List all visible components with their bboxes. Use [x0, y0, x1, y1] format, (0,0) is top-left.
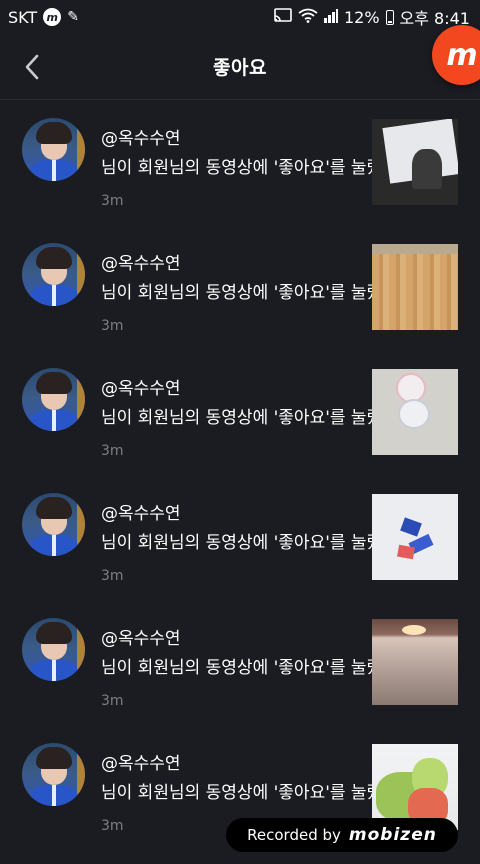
notification-message: 님이 회원님의 동영상에 '좋아요'를 눌렀습니다: [101, 533, 372, 553]
signal-icon: [323, 8, 338, 27]
notification-message: 님이 회원님의 동영상에 '좋아요'를 눌렀습니다: [101, 283, 372, 303]
notification-message: 님이 회원님의 동영상에 '좋아요'를 눌렀습니다: [101, 408, 372, 428]
recording-watermark: Recorded by mobizen: [226, 818, 458, 852]
page-title: 좋아요: [213, 57, 267, 79]
notification-list: @옥수수연 님이 회원님의 동영상에 '좋아요'를 눌렀습니다 3m @옥수수연…: [0, 100, 480, 850]
chevron-left-icon: [25, 54, 39, 80]
video-thumbnail[interactable]: [372, 369, 458, 455]
mobizen-m-icon: m: [43, 8, 62, 26]
back-button[interactable]: [14, 49, 50, 85]
recorded-by-label: Recorded by: [247, 826, 341, 844]
notification-message: 님이 회원님의 동영상에 '좋아요'를 눌렀습니다: [101, 158, 372, 178]
notification-item[interactable]: @옥수수연 님이 회원님의 동영상에 '좋아요'를 눌렀습니다 3m: [0, 225, 480, 350]
user-handle[interactable]: @옥수수연: [101, 749, 181, 774]
notification-item[interactable]: @옥수수연 님이 회원님의 동영상에 '좋아요'를 눌렀습니다 3m: [0, 600, 480, 725]
mobizen-logo: mobizen: [348, 825, 437, 845]
user-handle[interactable]: @옥수수연: [101, 249, 181, 274]
notification-time: 3m: [101, 568, 124, 584]
status-right: 12% 오후 8:41: [274, 5, 470, 29]
video-thumbnail[interactable]: [372, 119, 458, 205]
avatar[interactable]: [22, 493, 85, 556]
video-thumbnail[interactable]: [372, 619, 458, 705]
notification-message: 님이 회원님의 동영상에 '좋아요'를 눌렀습니다: [101, 658, 372, 678]
avatar[interactable]: [22, 743, 85, 806]
avatar[interactable]: [22, 618, 85, 681]
notification-item[interactable]: @옥수수연 님이 회원님의 동영상에 '좋아요'를 눌렀습니다 3m: [0, 350, 480, 475]
notification-item[interactable]: @옥수수연 님이 회원님의 동영상에 '좋아요'를 눌렀습니다 3m: [0, 475, 480, 600]
app-header: 좋아요: [0, 34, 480, 100]
notification-time: 3m: [101, 318, 124, 334]
user-handle[interactable]: @옥수수연: [101, 374, 181, 399]
battery-icon: [385, 9, 394, 25]
notification-item[interactable]: @옥수수연 님이 회원님의 동영상에 '좋아요'를 눌렀습니다 3m: [0, 100, 480, 225]
user-handle[interactable]: @옥수수연: [101, 499, 181, 524]
notification-time: 3m: [101, 818, 124, 834]
notification-message: 님이 회원님의 동영상에 '좋아요'를 눌렀습니다: [101, 783, 372, 803]
avatar[interactable]: [22, 118, 85, 181]
status-bar: SKT m ✎ 12% 오후 8:41: [0, 0, 480, 34]
notification-time: 3m: [101, 193, 124, 209]
status-left: SKT m ✎: [8, 8, 79, 27]
cast-icon: [274, 8, 292, 26]
mobizen-letter: m: [446, 37, 478, 73]
notification-time: 3m: [101, 693, 124, 709]
avatar[interactable]: [22, 243, 85, 306]
battery-label: 12%: [343, 7, 380, 27]
wifi-icon: [298, 8, 318, 27]
notification-time: 3m: [101, 443, 124, 459]
video-thumbnail[interactable]: [372, 494, 458, 580]
user-handle[interactable]: @옥수수연: [101, 124, 181, 149]
carrier-label: SKT: [8, 7, 38, 27]
user-handle[interactable]: @옥수수연: [101, 624, 181, 649]
video-thumbnail[interactable]: [372, 244, 458, 330]
avatar[interactable]: [22, 368, 85, 431]
media-icon: ✎: [67, 9, 79, 25]
